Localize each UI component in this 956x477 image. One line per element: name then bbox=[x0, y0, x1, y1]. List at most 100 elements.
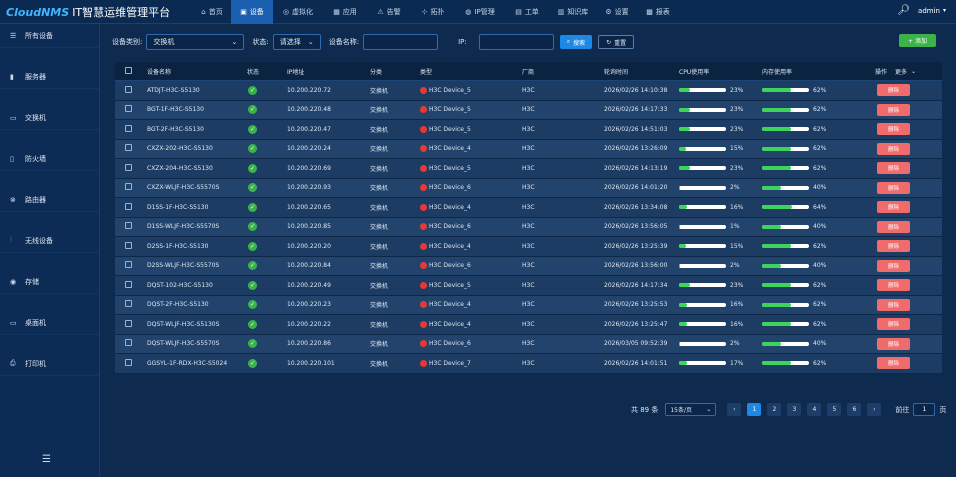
device-name[interactable]: CXZX-WLJF-H3C-S5570S bbox=[147, 184, 247, 191]
device-name[interactable]: DQST-102-H3C-S5130 bbox=[147, 282, 247, 289]
table-row[interactable]: CXZX-WLJF-H3C-S5570S ✓ 10.200.220.93 交换机 H3C… bbox=[115, 178, 942, 198]
row-checkbox[interactable] bbox=[125, 222, 132, 230]
page-button[interactable]: 2 bbox=[767, 403, 782, 416]
nav-app[interactable]: ▦ 应用 bbox=[323, 0, 367, 24]
chevron-down-icon[interactable]: ▾ bbox=[943, 7, 946, 14]
nav-ticket[interactable]: ▤ 工单 bbox=[505, 0, 549, 24]
user-area[interactable]: 🔎︎ admin ▾ bbox=[897, 5, 946, 16]
device-name[interactable]: DQST-2F-H3C-S5130 bbox=[147, 301, 247, 308]
table-row[interactable]: CXZX-202-H3C-S5130 ✓ 10.200.220.24 交换机 H3C D… bbox=[115, 139, 942, 159]
device-name[interactable]: CXZX-202-H3C-S5130 bbox=[147, 145, 247, 152]
table-row[interactable]: DQST-102-H3C-S5130 ✓ 10.200.220.49 交换机 H3C D… bbox=[115, 276, 942, 296]
delete-button[interactable]: 删除 bbox=[877, 201, 910, 214]
sidebar-item-all[interactable]: ☰ 所有设备 bbox=[0, 24, 99, 48]
col-time[interactable]: 轮询时间 bbox=[604, 67, 679, 76]
ip-input[interactable] bbox=[478, 34, 554, 50]
table-row[interactable]: ATDJT-H3C-S5130 ✓ 10.200.220.72 交换机 H3C Devi… bbox=[115, 81, 942, 101]
page-button[interactable]: 6 bbox=[847, 403, 862, 416]
table-row[interactable]: BGT-2F-H3C-S5130 ✓ 10.200.220.47 交换机 H3C Dev… bbox=[115, 120, 942, 140]
device-name[interactable]: D1SS-1F-H3C-S5130 bbox=[147, 204, 247, 211]
device-name[interactable]: ATDJT-H3C-S5130 bbox=[147, 87, 247, 94]
nav-kb[interactable]: ▥ 知识库 bbox=[549, 0, 597, 24]
col-status[interactable]: 状态 bbox=[247, 67, 287, 76]
device-name[interactable]: D1SS-WLJF-H3C-S5570S bbox=[147, 223, 247, 230]
device-name[interactable]: BGT-1F-H3C-S5130 bbox=[147, 106, 247, 113]
nav-ip[interactable]: ◍ IP管理 bbox=[455, 0, 505, 24]
table-row[interactable]: D1SS-WLJF-H3C-S5570S ✓ 10.200.220.85 交换机 H3C… bbox=[115, 217, 942, 237]
goto-page-input[interactable]: 1 bbox=[913, 403, 936, 416]
col-ip[interactable]: IP地址 bbox=[287, 67, 370, 76]
device-name[interactable]: CXZX-204-H3C-S5130 bbox=[147, 165, 247, 172]
prev-page-button[interactable]: ‹ bbox=[727, 403, 742, 416]
delete-button[interactable]: 删除 bbox=[877, 279, 910, 292]
delete-button[interactable]: 删除 bbox=[877, 240, 910, 253]
add-button[interactable]: + 添加 bbox=[899, 34, 936, 47]
collapse-menu-icon[interactable]: ☰ bbox=[42, 454, 51, 465]
status-select[interactable]: 请选择 ⌄ bbox=[272, 34, 321, 50]
sidebar-item-storage[interactable]: ◉ 存储 bbox=[0, 270, 99, 294]
col-cpu[interactable]: CPU使用率 bbox=[679, 67, 762, 76]
row-checkbox[interactable] bbox=[125, 183, 132, 191]
delete-button[interactable]: 删除 bbox=[877, 103, 910, 116]
sidebar-item-server[interactable]: ▮ 服务器 bbox=[0, 65, 99, 89]
sidebar-item-printer[interactable]: ⎙ 打印机 bbox=[0, 352, 99, 376]
table-row[interactable]: BGT-1F-H3C-S5130 ✓ 10.200.220.48 交换机 H3C Dev… bbox=[115, 100, 942, 120]
nav-virtual[interactable]: ◎ 虚拟化 bbox=[273, 0, 323, 24]
device-name[interactable]: DQST-WLJF-H3C-S5130S bbox=[147, 321, 247, 328]
page-button[interactable]: 5 bbox=[827, 403, 842, 416]
next-page-button[interactable]: › bbox=[867, 403, 882, 416]
category-select[interactable]: 交换机 ⌄ bbox=[146, 34, 245, 50]
delete-button[interactable]: 删除 bbox=[877, 220, 910, 233]
table-row[interactable]: D1SS-1F-H3C-S5130 ✓ 10.200.220.65 交换机 H3C De… bbox=[115, 198, 942, 218]
device-name[interactable]: DQST-WLJF-H3C-S5570S bbox=[147, 340, 247, 347]
page-size-select[interactable]: 15条/页 ⌄ bbox=[665, 403, 717, 416]
row-checkbox[interactable] bbox=[125, 144, 132, 152]
device-name[interactable]: BGT-2F-H3C-S5130 bbox=[147, 126, 247, 133]
row-checkbox[interactable] bbox=[125, 339, 132, 347]
table-row[interactable]: GGSYL-1F-RDX-H3C-S5024 ✓ 10.200.220.101 交换机… bbox=[115, 354, 942, 374]
sidebar-item-firewall[interactable]: ▯ 防火墙 bbox=[0, 147, 99, 171]
delete-button[interactable]: 删除 bbox=[877, 162, 910, 175]
nav-alarm[interactable]: ⚠ 告警 bbox=[367, 0, 411, 24]
device-name[interactable]: D2SS-1F-H3C-S5130 bbox=[147, 243, 247, 250]
col-category[interactable]: 分类 bbox=[370, 67, 420, 76]
row-checkbox[interactable] bbox=[125, 124, 132, 132]
table-row[interactable]: CXZX-204-H3C-S5130 ✓ 10.200.220.69 交换机 H3C D… bbox=[115, 159, 942, 179]
user-name[interactable]: admin bbox=[918, 7, 940, 15]
sidebar-item-desktop[interactable]: ▭ 桌面机 bbox=[0, 311, 99, 335]
col-mem[interactable]: 内存使用率 bbox=[762, 67, 875, 76]
delete-button[interactable]: 删除 bbox=[877, 357, 910, 370]
delete-button[interactable]: 删除 bbox=[877, 298, 910, 311]
table-row[interactable]: DQST-WLJF-H3C-S5130S ✓ 10.200.220.22 交换机 H3C… bbox=[115, 315, 942, 335]
more-menu[interactable]: 更多 ⌄ bbox=[895, 67, 916, 76]
page-button[interactable]: 4 bbox=[807, 403, 822, 416]
delete-button[interactable]: 删除 bbox=[877, 259, 910, 272]
row-checkbox[interactable] bbox=[125, 241, 132, 249]
nav-settings[interactable]: ⚙ 设置 bbox=[597, 0, 637, 24]
row-checkbox[interactable] bbox=[125, 261, 132, 269]
row-checkbox[interactable] bbox=[125, 163, 132, 171]
delete-button[interactable]: 删除 bbox=[877, 181, 910, 194]
device-name-input[interactable] bbox=[363, 34, 439, 50]
row-checkbox[interactable] bbox=[125, 280, 132, 288]
table-row[interactable]: D2SS-WLJF-H3C-S5570S ✓ 10.200.220.84 交换机 H3C… bbox=[115, 256, 942, 276]
delete-button[interactable]: 删除 bbox=[877, 123, 910, 136]
row-checkbox[interactable] bbox=[125, 105, 132, 113]
delete-button[interactable]: 删除 bbox=[877, 142, 910, 155]
sidebar-item-switch[interactable]: ▭ 交换机 bbox=[0, 106, 99, 130]
select-all-checkbox[interactable] bbox=[125, 66, 132, 74]
row-checkbox[interactable] bbox=[125, 300, 132, 308]
row-checkbox[interactable] bbox=[125, 319, 132, 327]
sidebar-item-router[interactable]: ⊗ 路由器 bbox=[0, 188, 99, 212]
search-button[interactable]: ⌕ 搜索 bbox=[559, 35, 593, 49]
page-button[interactable]: 1 bbox=[747, 403, 762, 416]
reset-button[interactable]: ↻ 重置 bbox=[598, 35, 635, 49]
delete-button[interactable]: 删除 bbox=[877, 337, 910, 350]
nav-topology[interactable]: ⊹ 拓扑 bbox=[411, 0, 455, 24]
device-name[interactable]: GGSYL-1F-RDX-H3C-S5024 bbox=[147, 360, 247, 367]
table-row[interactable]: DQST-WLJF-H3C-S5570S ✓ 10.200.220.86 交换机 H3C… bbox=[115, 334, 942, 354]
table-row[interactable]: D2SS-1F-H3C-S5130 ✓ 10.200.220.20 交换机 H3C De… bbox=[115, 237, 942, 257]
device-name[interactable]: D2SS-WLJF-H3C-S5570S bbox=[147, 262, 247, 269]
sidebar-item-wireless[interactable]: ⫶ 无线设备 bbox=[0, 229, 99, 253]
delete-button[interactable]: 删除 bbox=[877, 318, 910, 331]
